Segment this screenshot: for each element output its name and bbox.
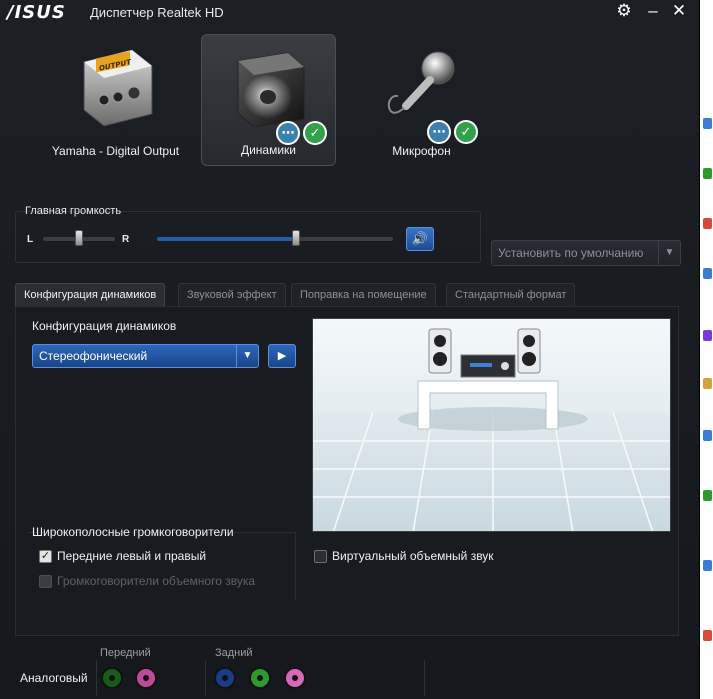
wideband-speakers-title: Широкополосные громкоговорители: [32, 525, 234, 539]
set-default-label: Установить по умолчанию: [498, 246, 644, 260]
speaker-configuration-title: Конфигурация динамиков: [32, 319, 177, 333]
check-icon: ✓: [454, 120, 478, 144]
speaker-volume-icon[interactable]: 🔊: [406, 227, 434, 251]
desktop-icon: [703, 378, 712, 389]
device-label: Микрофон: [392, 144, 451, 158]
play-test-button[interactable]: ▶: [268, 344, 296, 368]
front-jack-2[interactable]: [135, 667, 157, 689]
minimize-icon[interactable]: –: [641, 0, 665, 24]
device-label: Динамики: [240, 143, 297, 157]
device-label: Yamaha - Digital Output: [51, 144, 180, 158]
tab-room-correction[interactable]: Поправка на помещение: [291, 283, 436, 307]
digital-output-icon: OUTPUT: [83, 49, 153, 127]
window-title: Диспетчер Realtek HD: [90, 5, 224, 20]
device-yamaha-digital-output[interactable]: OUTPUT Yamaha - Digital Output: [48, 34, 183, 166]
main-volume-title: Главная громкость: [25, 205, 122, 217]
rear-jacks-label: Задний: [215, 647, 253, 659]
speaker-icon: [237, 52, 305, 128]
play-icon: ▶: [277, 350, 287, 362]
realtek-hd-manager-window: /ISUS Диспетчер Realtek HD ⚙ – ✕ OUTPUT: [0, 0, 700, 699]
desktop-icon: [703, 268, 712, 279]
virtual-surround-checkbox[interactable]: [314, 550, 327, 563]
chat-icon: ⋯: [427, 120, 451, 144]
set-default-button[interactable]: Установить по умолчанию ▼: [491, 240, 681, 266]
speaker-configuration-select[interactable]: Стереофонический ▼: [32, 344, 259, 368]
tab-sound-effect[interactable]: Звуковой эффект: [178, 283, 286, 307]
device-speakers[interactable]: ⋯ ✓ Динамики: [201, 34, 336, 166]
desktop-icon: [703, 218, 712, 229]
desktop-edge: [700, 0, 713, 699]
chevron-down-icon[interactable]: ▼: [658, 241, 680, 265]
desktop-icon: [703, 330, 712, 341]
desktop-icon: [703, 630, 712, 641]
rear-jack-3[interactable]: [284, 667, 306, 689]
rear-jack-2[interactable]: [249, 667, 271, 689]
asus-logo: /ISUS: [7, 2, 66, 23]
wideband-speakers-group: [28, 532, 296, 600]
front-jack-1[interactable]: [101, 667, 123, 689]
volume-slider-fill: [157, 237, 297, 241]
chat-icon: ⋯: [276, 121, 300, 145]
tab-default-format[interactable]: Стандартный формат: [446, 283, 576, 307]
rear-jack-1[interactable]: [214, 667, 236, 689]
close-icon[interactable]: ✕: [667, 0, 691, 24]
front-jacks-label: Передний: [100, 647, 151, 659]
chevron-down-icon[interactable]: ▼: [236, 345, 258, 367]
selected-configuration: Стереофонический: [39, 349, 148, 363]
speaker-setup-illustration: [313, 328, 670, 531]
surround-speakers-checkbox: [39, 575, 52, 588]
volume-slider-thumb[interactable]: [292, 230, 301, 246]
analog-label: Аналоговый: [20, 671, 88, 685]
tab-speaker-configuration[interactable]: Конфигурация динамиков: [15, 283, 166, 307]
desktop-icon: [703, 430, 712, 441]
desktop-icon: [703, 118, 712, 129]
balance-left-label: L: [27, 234, 34, 245]
divider: [205, 660, 206, 696]
desktop-icon: [703, 490, 712, 501]
microphone-icon: [387, 51, 455, 114]
device-selector: OUTPUT Yamaha - Digital Output ⋯ ✓ Динам…: [0, 30, 699, 170]
desktop-icon: [703, 560, 712, 571]
speaker-room-preview: [312, 318, 671, 532]
front-left-right-label: Передние левый и правый: [57, 549, 207, 563]
gear-icon[interactable]: ⚙: [612, 0, 636, 24]
balance-right-label: R: [122, 234, 130, 245]
title-bar: /ISUS Диспетчер Realtek HD ⚙ – ✕: [0, 0, 699, 26]
divider: [96, 660, 97, 696]
divider: [424, 660, 425, 696]
check-icon: ✓: [303, 121, 327, 145]
surround-speakers-label: Громкоговорители объемного звука: [57, 574, 256, 588]
virtual-surround-label: Виртуальный объемный звук: [332, 549, 494, 563]
balance-slider-thumb[interactable]: [75, 230, 83, 246]
front-left-right-checkbox[interactable]: ✓: [39, 550, 52, 563]
device-microphone[interactable]: ⋯ ✓ Микрофон: [354, 34, 489, 166]
desktop-icon: [703, 168, 712, 179]
